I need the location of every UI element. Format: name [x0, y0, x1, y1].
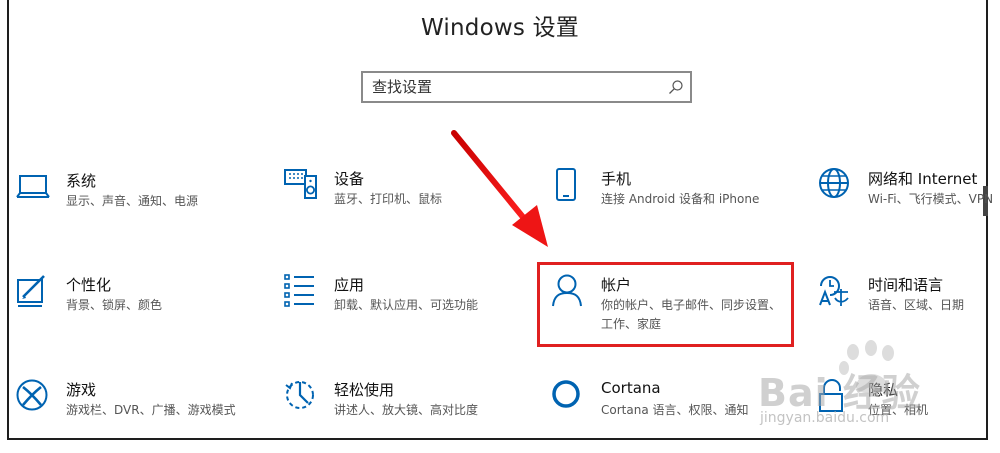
- time-language-icon: [819, 276, 849, 306]
- cortana-icon: [552, 380, 580, 408]
- tile-ease-of-access[interactable]: 轻松使用 讲述人、放大镜、高对比度: [284, 379, 514, 439]
- tile-desc: 讲述人、放大镜、高对比度: [334, 403, 479, 417]
- apps-list-icon: [284, 274, 314, 307]
- tile-name: 系统: [66, 172, 97, 190]
- tile-name: 隐私: [868, 381, 899, 399]
- tile-gaming[interactable]: 游戏 游戏栏、DVR、广播、游戏模式: [16, 379, 246, 439]
- tile-desc: Cortana 语言、权限、通知: [601, 403, 749, 417]
- lock-icon: [819, 379, 843, 412]
- laptop-icon: [16, 175, 50, 198]
- search-icon[interactable]: [668, 79, 684, 95]
- search-box[interactable]: [361, 71, 692, 103]
- devices-icon: [284, 169, 317, 199]
- tile-system[interactable]: 系统 显示、声音、通知、电源: [16, 170, 246, 230]
- tile-name: 个性化: [66, 276, 112, 294]
- tile-desc: Wi-Fi、飞行模式、VPN: [868, 192, 994, 206]
- tile-name: 轻松使用: [334, 381, 395, 399]
- tile-name: Cortana: [601, 379, 661, 397]
- tile-phone[interactable]: 手机 连接 Android 设备和 iPhone: [551, 168, 781, 228]
- tile-desc: 显示、声音、通知、电源: [66, 194, 199, 208]
- tile-apps[interactable]: 应用 卸载、默认应用、可选功能: [284, 274, 514, 334]
- tile-desc: 蓝牙、打印机、鼠标: [334, 192, 443, 206]
- tile-name: 网络和 Internet: [868, 170, 978, 188]
- tile-network[interactable]: 网络和 Internet Wi-Fi、飞行模式、VPN: [818, 168, 1000, 228]
- tile-desc: 游戏栏、DVR、广播、游戏模式: [66, 403, 236, 417]
- highlight-box: [537, 262, 794, 347]
- tile-devices[interactable]: 设备 蓝牙、打印机、鼠标: [284, 168, 514, 228]
- window-title: Windows 设置: [421, 15, 579, 41]
- xbox-icon: [16, 379, 48, 411]
- tile-desc: 语音、区域、日期: [868, 298, 965, 312]
- tile-name: 时间和语言: [868, 276, 944, 294]
- tile-time-language[interactable]: 时间和语言 语音、区域、日期: [818, 274, 1000, 334]
- search-input[interactable]: [372, 77, 652, 97]
- tile-cortana[interactable]: Cortana Cortana 语言、权限、通知: [551, 379, 781, 439]
- tile-personalization[interactable]: 个性化 背景、锁屏、颜色: [16, 274, 246, 334]
- tile-name: 应用: [334, 276, 365, 294]
- tile-desc: 位置、相机: [868, 403, 929, 417]
- ease-of-access-icon: [285, 381, 314, 409]
- tile-privacy[interactable]: 隐私 位置、相机: [818, 379, 1000, 439]
- tile-desc: 背景、锁屏、颜色: [66, 298, 163, 312]
- tile-name: 手机: [601, 170, 632, 188]
- personalization-icon: [17, 275, 45, 307]
- phone-icon: [556, 168, 576, 201]
- globe-icon: [819, 168, 849, 198]
- tile-desc: 卸载、默认应用、可选功能: [334, 298, 479, 312]
- tile-name: 游戏: [66, 381, 97, 399]
- tile-desc: 连接 Android 设备和 iPhone: [601, 192, 760, 206]
- tile-name: 设备: [334, 170, 365, 188]
